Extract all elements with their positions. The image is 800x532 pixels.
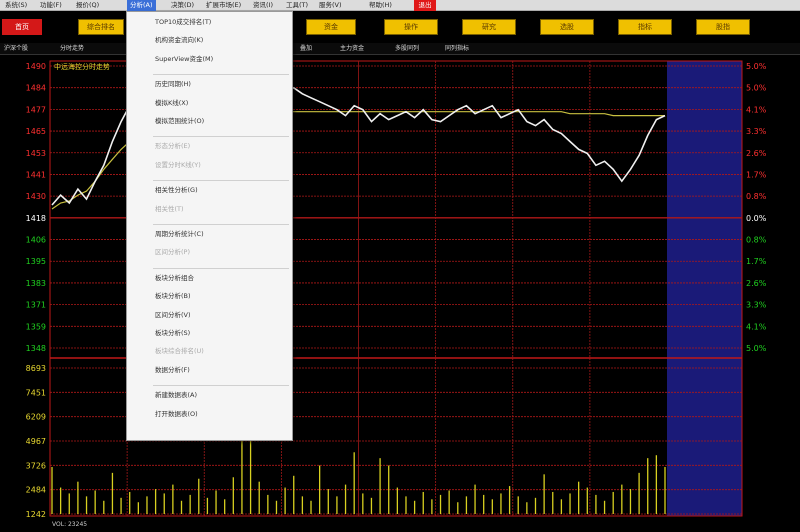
menu-separator: [153, 385, 289, 387]
percent-tick-label: 4.1%: [746, 105, 767, 114]
dropdown-item-12: 相关性(T): [155, 204, 184, 213]
volume-axis: 8693 7451 6209 4967 3726 2484 1242: [26, 364, 46, 519]
percent-tick-label: 4.1%: [746, 322, 767, 331]
menu-tools[interactable]: 工具(T): [283, 0, 311, 11]
price-tick-label: 1430: [26, 192, 46, 201]
menu-analysis[interactable]: 分析(A): [127, 0, 156, 11]
price-tick-label: 1477: [26, 105, 46, 114]
menu-service[interactable]: 服务(V): [316, 0, 345, 11]
menu-decision[interactable]: 决策(D): [168, 0, 197, 11]
tab-multi-stock[interactable]: 多股同列: [395, 44, 419, 54]
percent-tick-label: 3.3%: [746, 301, 767, 310]
percent-tick-label: 1.7%: [746, 170, 767, 179]
price-tick-label: 1359: [26, 322, 46, 331]
price-tick-label: 1441: [26, 170, 46, 179]
toolbar-button-ranking[interactable]: 综合排名: [78, 19, 124, 35]
volume-tick-label: 2484: [26, 486, 46, 495]
volume-tick-label: 6209: [26, 413, 46, 422]
percent-tick-label: 3.3%: [746, 127, 767, 136]
price-tick-label: 1453: [26, 149, 46, 158]
menu-separator: [153, 224, 289, 225]
toolbar-button-research[interactable]: 研究: [462, 19, 516, 35]
menu-system[interactable]: 系统(S): [2, 0, 30, 11]
percent-tick-label: 0.8%: [746, 192, 767, 201]
status-bar: VOL: 23245: [0, 520, 800, 532]
price-tick-label: 1371: [26, 301, 46, 310]
toolbar-button-select[interactable]: 选股: [540, 19, 594, 35]
dropdown-item-21: 板块综合排名(U): [155, 347, 204, 356]
price-tick-label: 1484: [26, 84, 46, 93]
price-tick-label: 1490: [26, 62, 46, 71]
dropdown-item-9: 设置分时K线(Y): [155, 160, 201, 169]
menu-help[interactable]: 帮助(H): [366, 0, 395, 11]
price-tick-label: 1348: [26, 344, 46, 353]
dropdown-item-18[interactable]: 板块分析(B): [155, 290, 191, 302]
percent-tick-label: 0.0%: [746, 214, 767, 223]
dropdown-item-1[interactable]: 机构资金流向(K): [155, 34, 203, 46]
dropdown-item-25[interactable]: 打开数据表(O): [155, 408, 198, 420]
menu-extended[interactable]: 扩展市场(E): [203, 0, 244, 11]
menu-separator: [153, 74, 289, 76]
exit-tag[interactable]: 退出: [414, 0, 436, 11]
price-tick-label: 1465: [26, 127, 46, 136]
menu-separator: [153, 136, 289, 138]
menu-separator: [153, 267, 289, 269]
tab-indicator[interactable]: 同列指标: [445, 44, 469, 54]
percent-tick-label: 0.8%: [746, 236, 767, 245]
tab-bar: 沪深个股 分时走势 叠加 主力资金 多股同列 同列指标: [0, 43, 800, 55]
tab-timeshare[interactable]: 分时走势: [60, 44, 84, 54]
dropdown-item-24[interactable]: 新建数据表(A): [155, 389, 197, 401]
dropdown-item-2[interactable]: SuperView资金(M): [155, 53, 213, 65]
toolbar-button-funds[interactable]: 资金: [306, 19, 356, 35]
dropdown-item-4[interactable]: 历史同期(H): [155, 78, 191, 90]
percent-tick-label: 2.6%: [746, 279, 767, 288]
price-tick-label: 1406: [26, 236, 46, 245]
tab-stocks[interactable]: 沪深个股: [4, 44, 28, 54]
volume-tick-label: 8693: [26, 364, 46, 373]
toolbar-button-indicator[interactable]: 指标: [618, 19, 672, 35]
chart-title: 中远海控分时走势: [54, 62, 110, 71]
dropdown-item-14[interactable]: 周期分析统计(C): [155, 228, 204, 240]
tab-overlay[interactable]: 叠加: [300, 44, 312, 54]
menu-separator: [153, 180, 289, 182]
dropdown-item-20[interactable]: 板块分析(S): [155, 327, 190, 339]
price-tick-label: 1418: [26, 214, 46, 223]
menu-function[interactable]: 功能(F): [37, 0, 65, 11]
dropdown-item-0[interactable]: TOP10成交排名(T): [155, 16, 211, 28]
percent-tick-label: 2.6%: [746, 149, 767, 158]
toolbar-button-operate[interactable]: 操作: [384, 19, 438, 35]
dropdown-item-5[interactable]: 模拟K线(X): [155, 97, 188, 109]
analysis-dropdown-menu: TOP10成交排名(T) 机构资金流向(K) SuperView资金(M) 历史同期(…: [126, 11, 293, 441]
volume-tick-label: 1242: [26, 510, 46, 519]
volume-tick-label: 3726: [26, 461, 46, 470]
percent-tick-label: 1.7%: [746, 257, 767, 266]
volume-tick-label: 7451: [26, 388, 46, 397]
percent-tick-label: 5.0%: [746, 344, 767, 353]
after-hours-region: [667, 61, 742, 516]
dropdown-item-11[interactable]: 相关性分析(G): [155, 184, 198, 196]
price-tick-label: 1383: [26, 279, 46, 288]
timeshare-chart: 中远海控分时走势 1490 1484 1477 1465 1453 1441 1430 141…: [26, 60, 767, 519]
dropdown-item-19[interactable]: 区间分析(V): [155, 309, 191, 321]
price-tick-label: 1395: [26, 257, 46, 266]
menu-bar: 系统(S) 功能(F) 报价(Q) 分析(A) 决策(D) 扩展市场(E) 资讯…: [0, 0, 800, 11]
toolbar: 首页 综合排名 资金 操作 研究 选股 指标 股指: [0, 13, 800, 41]
volume-tick-label: 4967: [26, 437, 46, 446]
dropdown-item-6[interactable]: 模拟范围统计(O): [155, 115, 204, 127]
toolbar-button-index[interactable]: 股指: [696, 19, 750, 35]
dropdown-item-17[interactable]: 板块分析组合: [155, 272, 194, 284]
menu-quote[interactable]: 报价(Q): [73, 0, 102, 11]
percent-tick-label: 5.0%: [746, 62, 767, 71]
dropdown-item-8: 形态分析(E): [155, 142, 191, 151]
price-axis: 1490 1484 1477 1465 1453 1441 1430 1418 1406 1395…: [26, 62, 46, 353]
dropdown-item-15: 区间分析(P): [155, 248, 190, 257]
percent-tick-label: 5.0%: [746, 84, 767, 93]
volume-status: VOL: 23245: [52, 521, 88, 528]
tab-main-funds[interactable]: 主力资金: [340, 44, 364, 54]
menu-info[interactable]: 资讯(I): [250, 0, 276, 11]
dropdown-item-22[interactable]: 数据分析(F): [155, 364, 190, 376]
home-button[interactable]: 首页: [2, 19, 42, 35]
percent-axis: 5.0% 5.0% 4.1% 3.3% 2.6% 1.7% 0.8% 0.0% 0.8% 1.7%…: [746, 62, 767, 353]
